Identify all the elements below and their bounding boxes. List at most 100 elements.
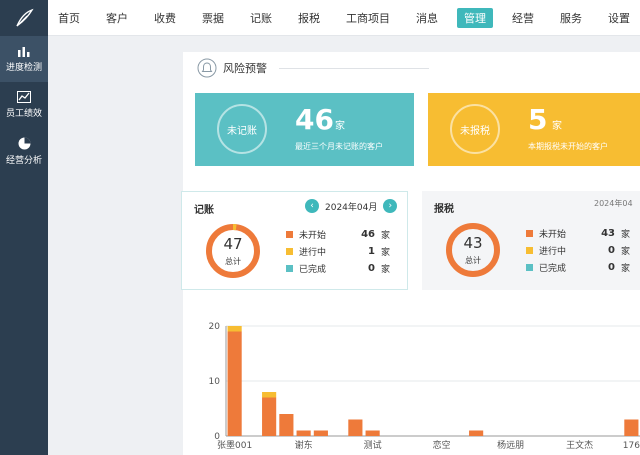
unfiled-unit: 家 <box>552 121 562 132</box>
top-nav: 首页 客户 收费 票据 记账 报税 工商项目 消息 管理 经营 服务 设置 <box>48 0 640 36</box>
x-tick-label: 测试 <box>364 439 382 451</box>
unrecorded-tile[interactable]: 未记账 46 家 最近三个月未记账的客户 <box>195 93 414 166</box>
legend-unit: 家 <box>381 248 391 258</box>
tax-panel: 报税 2024年04 43 总计 未开始 43 家 进行中 0 家 已完成 0 家 <box>422 191 640 290</box>
title-divider <box>279 67 429 69</box>
tax-legend: 未开始 43 家 进行中 0 家 已完成 0 家 <box>526 225 630 276</box>
unrecorded-label: 未记账 <box>227 125 257 137</box>
nav-fees[interactable]: 收费 <box>154 10 176 26</box>
y-tick-label: 10 <box>209 377 221 387</box>
unrecorded-count: 46 <box>295 103 334 136</box>
nav-service[interactable]: 服务 <box>560 10 582 26</box>
x-tick-label: 杨远朋 <box>497 439 524 451</box>
next-month-button[interactable]: › <box>383 199 398 213</box>
nav-business-projects[interactable]: 工商项目 <box>346 10 390 26</box>
legend-value: 43 <box>601 228 615 239</box>
nav-messages[interactable]: 消息 <box>416 10 438 26</box>
x-tick-label: 恋空 <box>433 439 451 451</box>
bookkeeping-panel: 记账 ‹ 2024年04月 › 47 总计 未开始 46 家 进行中 1 家 已完成 0 家 <box>181 191 408 290</box>
nav-tax[interactable]: 报税 <box>298 10 320 26</box>
legend-row: 进行中 1 家 <box>286 243 390 260</box>
legend-value: 46 <box>361 229 375 240</box>
nav-settings[interactable]: 设置 <box>608 10 630 26</box>
tax-month: 2024年04 <box>594 199 633 208</box>
x-tick-label: 176 <box>623 441 640 451</box>
legend-swatch <box>526 247 533 254</box>
bar-chart-icon <box>18 47 30 57</box>
y-tick-label: 20 <box>209 322 221 332</box>
bookkeeping-month: 2024年04月 <box>325 202 378 213</box>
bar-chart-svg: 01020张墨001 谢东 测试 恋空 杨远朋 王文杰 176 <box>209 322 640 451</box>
unfiled-count: 5 <box>528 103 548 136</box>
bar <box>227 331 242 436</box>
legend-unit: 家 <box>381 265 391 275</box>
legend-swatch <box>286 231 293 238</box>
x-tick-label: 张墨001 <box>217 440 252 451</box>
sidebar-item-analysis[interactable]: 经营分析 <box>0 128 48 174</box>
unfiled-ring: 未报税 <box>450 104 500 154</box>
prev-month-button[interactable]: ‹ <box>305 199 319 213</box>
bar <box>279 414 294 436</box>
tax-month-nav: 2024年04 <box>594 198 633 209</box>
legend-unit: 家 <box>621 230 631 240</box>
legend-row: 未开始 46 家 <box>286 226 390 243</box>
feather-logo-icon <box>16 8 34 27</box>
legend-label: 已完成 <box>539 264 567 274</box>
risk-title: 风险预警 <box>223 62 267 75</box>
legend-label: 未开始 <box>299 231 327 241</box>
bar <box>262 397 277 436</box>
legend-value: 0 <box>608 262 615 273</box>
line-chart-icon <box>17 91 31 103</box>
unfiled-tile[interactable]: 未报税 5 家 本期报税未开始的客户 <box>428 93 640 166</box>
app-logo[interactable] <box>0 0 48 36</box>
sidebar-item-progress[interactable]: 进度检测 <box>0 36 48 82</box>
sidebar-item-label: 进度检测 <box>5 63 42 73</box>
tax-total: 43 <box>463 234 483 252</box>
x-tick-label: 王文杰 <box>566 439 593 451</box>
bar <box>348 419 363 436</box>
nav-operations[interactable]: 经营 <box>512 10 534 26</box>
legend-row: 已完成 0 家 <box>526 259 630 276</box>
legend-swatch <box>526 230 533 237</box>
bookkeeping-month-nav: ‹ 2024年04月 › <box>305 199 398 213</box>
nav-invoices[interactable]: 票据 <box>202 10 224 26</box>
unfiled-desc: 本期报税未开始的客户 <box>528 142 608 151</box>
sidebar-item-performance[interactable]: 员工绩效 <box>0 82 48 128</box>
unrecorded-desc: 最近三个月未记账的客户 <box>295 142 383 151</box>
bar <box>262 392 277 398</box>
nav-bookkeeping[interactable]: 记账 <box>250 10 272 26</box>
nav-home[interactable]: 首页 <box>58 10 80 26</box>
nav-management[interactable]: 管理 <box>457 7 493 28</box>
unfiled-label: 未报税 <box>460 125 490 137</box>
bar <box>313 430 328 436</box>
legend-label: 未开始 <box>539 230 567 240</box>
bookkeeping-legend: 未开始 46 家 进行中 1 家 已完成 0 家 <box>286 226 390 277</box>
bar <box>469 430 484 436</box>
bookkeeping-total-label: 总计 <box>225 257 241 266</box>
legend-label: 进行中 <box>299 248 327 258</box>
legend-row: 进行中 0 家 <box>526 242 630 259</box>
legend-label: 进行中 <box>539 247 567 257</box>
bookkeeping-total: 47 <box>223 235 243 253</box>
unrecorded-unit: 家 <box>335 121 345 132</box>
bell-alert-icon <box>197 58 217 78</box>
sidebar-item-label: 员工绩效 <box>5 109 42 119</box>
bar <box>365 430 380 436</box>
pie-chart-icon <box>18 137 30 149</box>
x-tick-label: 谢东 <box>295 439 313 451</box>
tax-total-label: 总计 <box>465 256 481 265</box>
staff-bar-chart: 0 10 20 张墨001 谢东 测试 恋空 杨远朋 王文杰 176 <box>196 316 640 455</box>
legend-unit: 家 <box>621 247 631 257</box>
legend-swatch <box>286 248 293 255</box>
legend-label: 已完成 <box>299 265 327 275</box>
sidebar: 进度检测 员工绩效 经营分析 <box>0 0 48 455</box>
tax-title: 报税 <box>434 204 454 215</box>
bar <box>227 326 242 332</box>
sidebar-item-label: 经营分析 <box>5 155 42 166</box>
bar <box>296 430 311 436</box>
nav-customers[interactable]: 客户 <box>106 10 128 26</box>
legend-unit: 家 <box>381 231 391 241</box>
bar <box>624 419 639 436</box>
legend-row: 未开始 43 家 <box>526 225 630 242</box>
risk-section-title: 风险预警 <box>197 58 429 78</box>
